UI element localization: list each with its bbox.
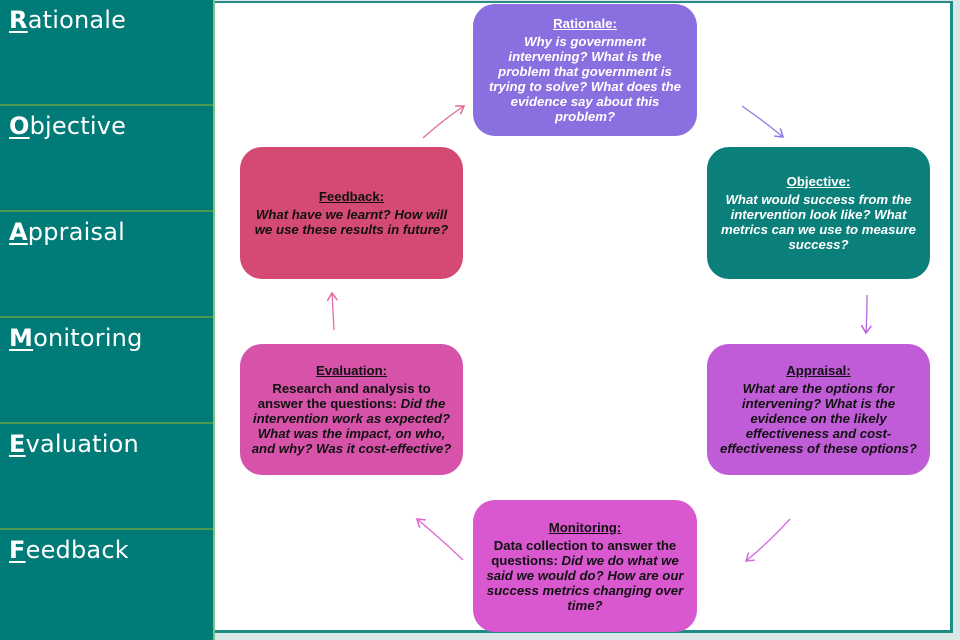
- sidebar-label: Feedback: [9, 536, 129, 564]
- sidebar-label-rest: bjective: [29, 112, 127, 140]
- objective-body: What would success from the intervention…: [721, 192, 916, 252]
- sidebar-label-rest: eedback: [25, 536, 129, 564]
- rationale-box: Rationale: Why is government intervening…: [473, 4, 697, 136]
- rationale-title: Rationale:: [553, 16, 617, 31]
- sidebar-label-rest: ationale: [27, 6, 127, 34]
- sidebar-item-monitoring: Monitoring: [0, 318, 213, 424]
- evaluation-title: Evaluation:: [315, 363, 388, 378]
- sidebar-item-evaluation: Evaluation: [0, 424, 213, 530]
- monitoring-box: Monitoring: Data collection to answer th…: [473, 500, 697, 632]
- sidebar-initial: A: [9, 218, 28, 246]
- sidebar-label: Evaluation: [9, 430, 139, 458]
- feedback-body: What have we learnt? How will we use the…: [254, 207, 449, 237]
- rationale-body: Why is government intervening? What is t…: [489, 34, 681, 124]
- sidebar: Rationale Objective Appraisal Monitoring…: [0, 0, 213, 640]
- sidebar-label-rest: onitoring: [33, 324, 143, 352]
- sidebar-label: Objective: [9, 112, 126, 140]
- appraisal-body: What are the options for intervening? Wh…: [720, 381, 917, 456]
- monitoring-body: Data collection to answer the questions:…: [483, 538, 687, 613]
- monitoring-title: Monitoring:: [548, 519, 622, 535]
- sidebar-label: Monitoring: [9, 324, 143, 352]
- sidebar-initial: E: [9, 430, 26, 458]
- sidebar-label: Appraisal: [9, 218, 125, 246]
- sidebar-item-appraisal: Appraisal: [0, 212, 213, 318]
- appraisal-title: Appraisal:: [786, 363, 851, 378]
- sidebar-initial: M: [9, 324, 34, 352]
- sidebar-initial: R: [9, 6, 28, 34]
- evaluation-body: Research and analysis to answer the ques…: [250, 381, 453, 456]
- feedback-title: Feedback:: [318, 189, 385, 204]
- objective-title: Objective:: [786, 174, 851, 189]
- feedback-box: Feedback: What have we learnt? How will …: [240, 147, 463, 279]
- objective-box: Objective: What would success from the i…: [707, 147, 930, 279]
- sidebar-item-objective: Objective: [0, 106, 213, 212]
- sidebar-initial: F: [9, 536, 26, 564]
- sidebar-label: Rationale: [9, 6, 126, 34]
- sidebar-initial: O: [9, 112, 30, 140]
- sidebar-label-rest: valuation: [25, 430, 139, 458]
- evaluation-box: Evaluation: Research and analysis to ans…: [240, 344, 463, 475]
- appraisal-box: Appraisal: What are the options for inte…: [707, 344, 930, 475]
- sidebar-item-feedback: Feedback: [0, 530, 213, 636]
- sidebar-label-rest: ppraisal: [27, 218, 125, 246]
- sidebar-item-rationale: Rationale: [0, 0, 213, 106]
